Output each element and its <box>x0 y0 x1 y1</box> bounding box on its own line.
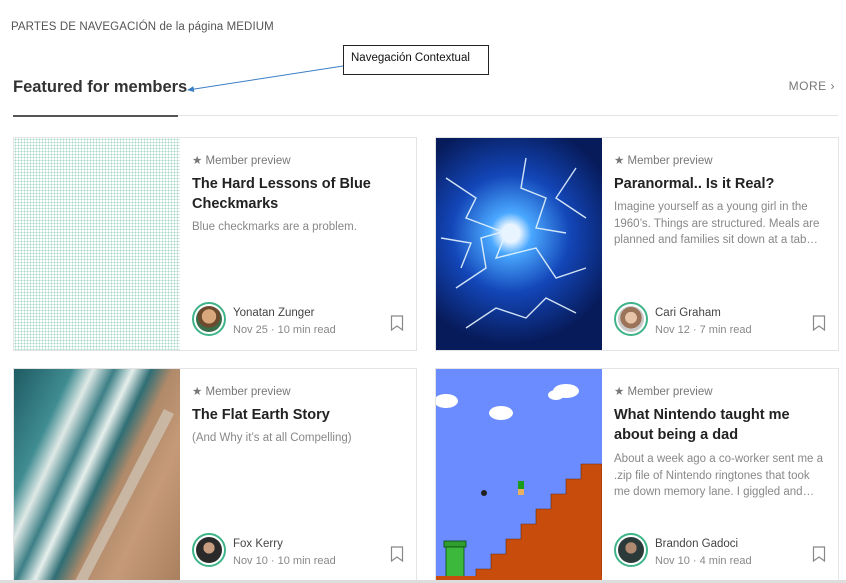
article-description[interactable]: About a week ago a co-worker sent me a .… <box>614 451 826 501</box>
star-icon: ★ <box>192 386 206 398</box>
bookmark-icon[interactable] <box>390 546 404 562</box>
bookmark-icon[interactable] <box>812 546 826 562</box>
member-preview-badge: ★ Member preview <box>192 155 291 167</box>
article-title[interactable]: The Flat Earth Story <box>192 405 404 425</box>
article-title[interactable]: What Nintendo taught me about being a da… <box>614 405 826 445</box>
author-name[interactable]: Cari Graham <box>655 307 721 319</box>
lightning-icon <box>440 157 587 329</box>
page-caption: PARTES DE NAVEGACIÓN de la página MEDIUM <box>11 21 274 33</box>
member-preview-badge: ★ Member preview <box>614 155 713 167</box>
article-title[interactable]: Paranormal.. Is it Real? <box>614 174 826 194</box>
avatar[interactable] <box>614 302 648 336</box>
mario-level-icon <box>436 384 603 581</box>
active-tab-underline <box>13 115 178 117</box>
article-meta: Nov 12 · 7 min read <box>655 324 752 336</box>
article-description[interactable]: Imagine yourself as a young girl in the … <box>614 199 826 249</box>
avatar[interactable] <box>192 302 226 336</box>
star-icon: ★ <box>192 155 206 167</box>
article-thumbnail[interactable] <box>14 138 180 350</box>
author-name[interactable]: Yonatan Zunger <box>233 307 314 319</box>
article-thumbnail[interactable] <box>436 138 602 350</box>
article-meta: Nov 25 · 10 min read <box>233 324 336 336</box>
author-name[interactable]: Brandon Gadoci <box>655 538 738 550</box>
article-card[interactable]: ★ Member preview Paranormal.. Is it Real… <box>435 137 839 351</box>
article-card[interactable]: ★ Member preview The Hard Lessons of Blu… <box>13 137 417 351</box>
member-preview-badge: ★ Member preview <box>192 386 291 398</box>
article-meta: Nov 10 · 4 min read <box>655 555 752 567</box>
article-thumbnail[interactable] <box>436 369 603 581</box>
member-preview-badge: ★ Member preview <box>614 386 713 398</box>
avatar[interactable] <box>614 533 648 567</box>
chevron-right-icon: › <box>830 79 835 93</box>
article-title[interactable]: The Hard Lessons of Blue Checkmarks <box>192 174 404 214</box>
callout-box: Navegación Contextual <box>343 45 489 75</box>
section-title[interactable]: Featured for members <box>13 78 187 97</box>
coastline-icon <box>75 409 174 581</box>
article-card[interactable]: ★ Member preview The Flat Earth Story (A… <box>13 368 417 582</box>
bookmark-icon[interactable] <box>390 315 404 331</box>
more-link[interactable]: MORE › <box>789 79 835 93</box>
author-name[interactable]: Fox Kerry <box>233 538 283 550</box>
article-description[interactable]: Blue checkmarks are a problem. <box>192 219 404 236</box>
article-description[interactable]: (And Why it’s at all Compelling) <box>192 430 404 447</box>
more-label: MORE <box>788 79 827 93</box>
article-thumbnail[interactable] <box>14 369 180 581</box>
star-icon: ★ <box>614 386 628 398</box>
article-meta: Nov 10 · 10 min read <box>233 555 336 567</box>
star-icon: ★ <box>614 155 628 167</box>
bookmark-icon[interactable] <box>812 315 826 331</box>
avatar[interactable] <box>192 533 226 567</box>
article-card[interactable]: ★ Member preview What Nintendo taught me… <box>435 368 839 582</box>
